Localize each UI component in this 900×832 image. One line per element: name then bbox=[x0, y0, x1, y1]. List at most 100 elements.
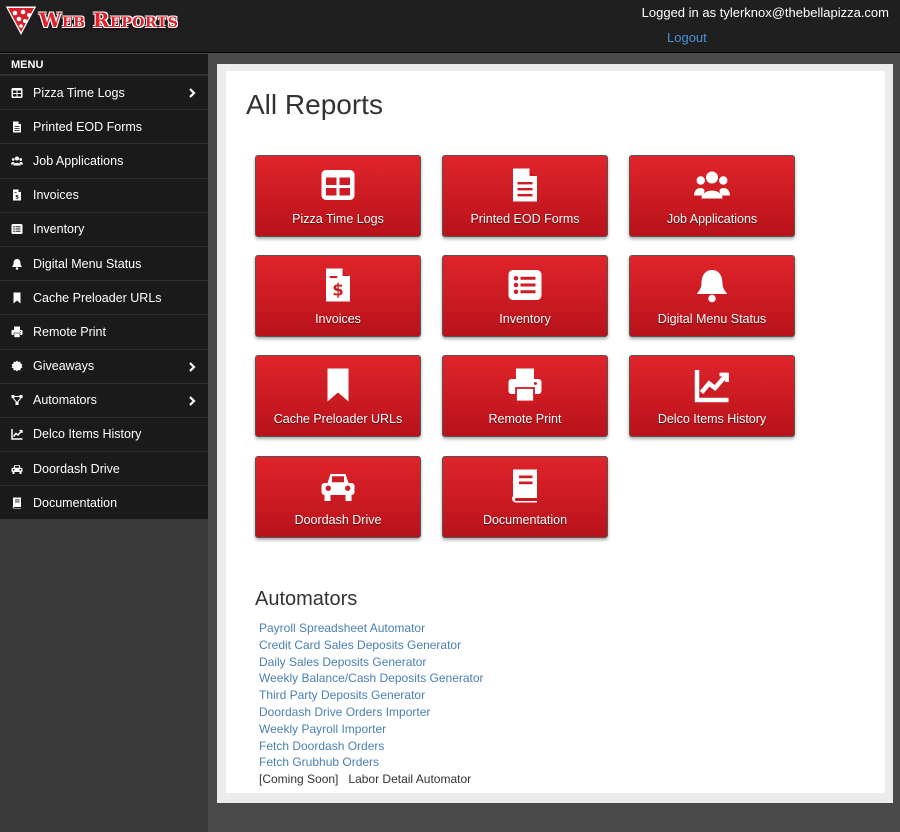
sidebar-item-label: Giveaways bbox=[33, 359, 95, 374]
chart-icon bbox=[630, 367, 794, 403]
bell-icon bbox=[11, 258, 23, 270]
sidebar-item-doordash-drive[interactable]: Doordash Drive bbox=[0, 451, 208, 486]
sidebar-item-label: Doordash Drive bbox=[33, 461, 120, 476]
sidebar-item-label: Digital Menu Status bbox=[33, 256, 142, 271]
sidebar-item-label: Delco Items History bbox=[33, 427, 142, 442]
sidebar-item-inventory[interactable]: Inventory bbox=[0, 211, 208, 246]
car-icon bbox=[11, 463, 23, 475]
tile-printed-eod-forms[interactable]: Printed EOD Forms bbox=[442, 155, 608, 237]
sidebar-item-digital-menu-status[interactable]: Digital Menu Status bbox=[0, 245, 208, 281]
sidebar-menu: MENU Pizza Time Logs Printed EOD Forms Job… bbox=[0, 54, 208, 520]
sidebar-item-label: Cache Preloader URLs bbox=[33, 290, 162, 305]
coming-soon-tag: [Coming Soon] bbox=[259, 772, 339, 787]
sidebar-item-automators[interactable]: Automators bbox=[0, 382, 208, 417]
sidebar-item-label: Printed EOD Forms bbox=[33, 119, 143, 134]
file-icon bbox=[443, 167, 607, 203]
automator-link[interactable]: Weekly Balance/Cash Deposits Generator bbox=[259, 670, 484, 687]
chevron-right-icon[interactable] bbox=[187, 395, 197, 407]
bookmark-icon bbox=[11, 292, 23, 304]
sidebar-item-label: Invoices bbox=[33, 188, 79, 203]
coming-soon-label: Labor Detail Automator bbox=[348, 772, 472, 787]
automators-title: Automators bbox=[255, 588, 358, 610]
tile-delco-items-history[interactable]: Delco Items History bbox=[629, 355, 795, 437]
network-icon bbox=[11, 394, 23, 406]
sidebar-item-printed-eod-forms[interactable]: Printed EOD Forms bbox=[0, 109, 208, 144]
tile-label: Delco Items History bbox=[657, 412, 767, 426]
tile-label: Doordash Drive bbox=[294, 513, 382, 527]
logout-link[interactable]: Logout bbox=[667, 30, 707, 45]
book-icon bbox=[11, 497, 23, 509]
car-icon bbox=[256, 468, 420, 504]
invoice-icon: $ bbox=[11, 189, 23, 201]
tile-invoices[interactable]: $ Invoices bbox=[255, 255, 421, 337]
sidebar-item-pizza-time-logs[interactable]: Pizza Time Logs bbox=[0, 75, 208, 110]
logged-in-text: Logged in as tylerknox@thebellapizza.com bbox=[641, 5, 889, 20]
chevron-right-icon[interactable] bbox=[187, 87, 197, 99]
bell-icon bbox=[630, 267, 794, 303]
sidebar-item-label: Inventory bbox=[33, 222, 85, 237]
sidebar-item-remote-print[interactable]: Remote Print bbox=[0, 314, 208, 349]
main-content: All Reports Pizza Time Logs Printed EOD F… bbox=[226, 71, 885, 793]
list-icon bbox=[443, 267, 607, 303]
chart-icon bbox=[11, 428, 23, 441]
list-icon bbox=[11, 223, 23, 235]
tile-inventory[interactable]: Inventory bbox=[442, 255, 608, 337]
bookmark-icon bbox=[256, 367, 420, 403]
table-icon bbox=[256, 167, 420, 203]
sidebar-item-label: Documentation bbox=[33, 495, 118, 510]
invoice-icon: $ bbox=[256, 267, 420, 303]
chevron-right-icon[interactable] bbox=[187, 361, 197, 373]
sidebar-item-job-applications[interactable]: Job Applications bbox=[0, 143, 208, 178]
tile-label: Pizza Time Logs bbox=[292, 212, 384, 226]
brand-title[interactable]: Web Reports bbox=[39, 8, 178, 32]
page-title: All Reports bbox=[246, 89, 383, 120]
tile-cache-preloader-urls[interactable]: Cache Preloader URLs bbox=[255, 355, 421, 437]
automator-link[interactable]: Payroll Spreadsheet Automator bbox=[259, 620, 484, 637]
automators-list: Payroll Spreadsheet Automator Credit Card… bbox=[259, 620, 484, 788]
printer-icon bbox=[443, 367, 607, 403]
tile-label: Remote Print bbox=[488, 412, 562, 426]
tile-documentation[interactable]: Documentation bbox=[442, 456, 608, 538]
tile-digital-menu-status[interactable]: Digital Menu Status bbox=[629, 255, 795, 337]
coming-soon-item: [Coming Soon] Labor Detail Automator bbox=[259, 771, 484, 788]
automator-link[interactable]: Weekly Payroll Importer bbox=[259, 721, 484, 738]
printer-icon bbox=[11, 326, 23, 338]
svg-text:$: $ bbox=[15, 195, 19, 201]
sidebar-item-giveaways[interactable]: Giveaways bbox=[0, 348, 208, 383]
sidebar-item-label: Pizza Time Logs bbox=[33, 85, 125, 100]
top-header: Web Reports Logged in as tylerknox@thebe… bbox=[0, 0, 900, 53]
tile-label: Printed EOD Forms bbox=[470, 212, 580, 226]
automator-link[interactable]: Credit Card Sales Deposits Generator bbox=[259, 637, 484, 654]
users-icon bbox=[11, 155, 23, 167]
sidebar-item-documentation[interactable]: Documentation bbox=[0, 485, 208, 520]
automator-link[interactable]: Fetch Doordash Orders bbox=[259, 738, 484, 755]
users-icon bbox=[630, 167, 794, 203]
tile-label: Job Applications bbox=[666, 212, 758, 226]
file-icon bbox=[11, 121, 23, 133]
automator-link[interactable]: Doordash Drive Orders Importer bbox=[259, 704, 484, 721]
table-icon bbox=[11, 87, 23, 99]
automator-link[interactable]: Daily Sales Deposits Generator bbox=[259, 654, 484, 671]
tile-label: Inventory bbox=[499, 312, 551, 326]
sidebar-item-cache-preloader-urls[interactable]: Cache Preloader URLs bbox=[0, 280, 208, 315]
sidebar-item-delco-items-history[interactable]: Delco Items History bbox=[0, 416, 208, 452]
tile-label: Digital Menu Status bbox=[657, 312, 767, 326]
book-icon bbox=[443, 468, 607, 504]
automator-link[interactable]: Fetch Grubhub Orders bbox=[259, 754, 484, 771]
tile-remote-print[interactable]: Remote Print bbox=[442, 355, 608, 437]
sidebar-item-invoices[interactable]: $ Invoices bbox=[0, 177, 208, 212]
sidebar: MENU Pizza Time Logs Printed EOD Forms Job… bbox=[0, 54, 208, 832]
pizza-logo-icon[interactable] bbox=[3, 4, 39, 38]
sidebar-item-label: Remote Print bbox=[33, 324, 106, 339]
menu-title: MENU bbox=[0, 54, 208, 75]
tile-pizza-time-logs[interactable]: Pizza Time Logs bbox=[255, 155, 421, 237]
automator-link[interactable]: Third Party Deposits Generator bbox=[259, 687, 484, 704]
tile-label: Documentation bbox=[482, 513, 568, 527]
sidebar-item-label: Job Applications bbox=[33, 153, 124, 168]
tile-label: Cache Preloader URLs bbox=[273, 412, 403, 426]
sidebar-item-label: Automators bbox=[33, 393, 97, 408]
tile-label: Invoices bbox=[315, 312, 361, 326]
tile-doordash-drive[interactable]: Doordash Drive bbox=[255, 456, 421, 538]
badge-icon bbox=[11, 360, 23, 372]
tile-job-applications[interactable]: Job Applications bbox=[629, 155, 795, 237]
